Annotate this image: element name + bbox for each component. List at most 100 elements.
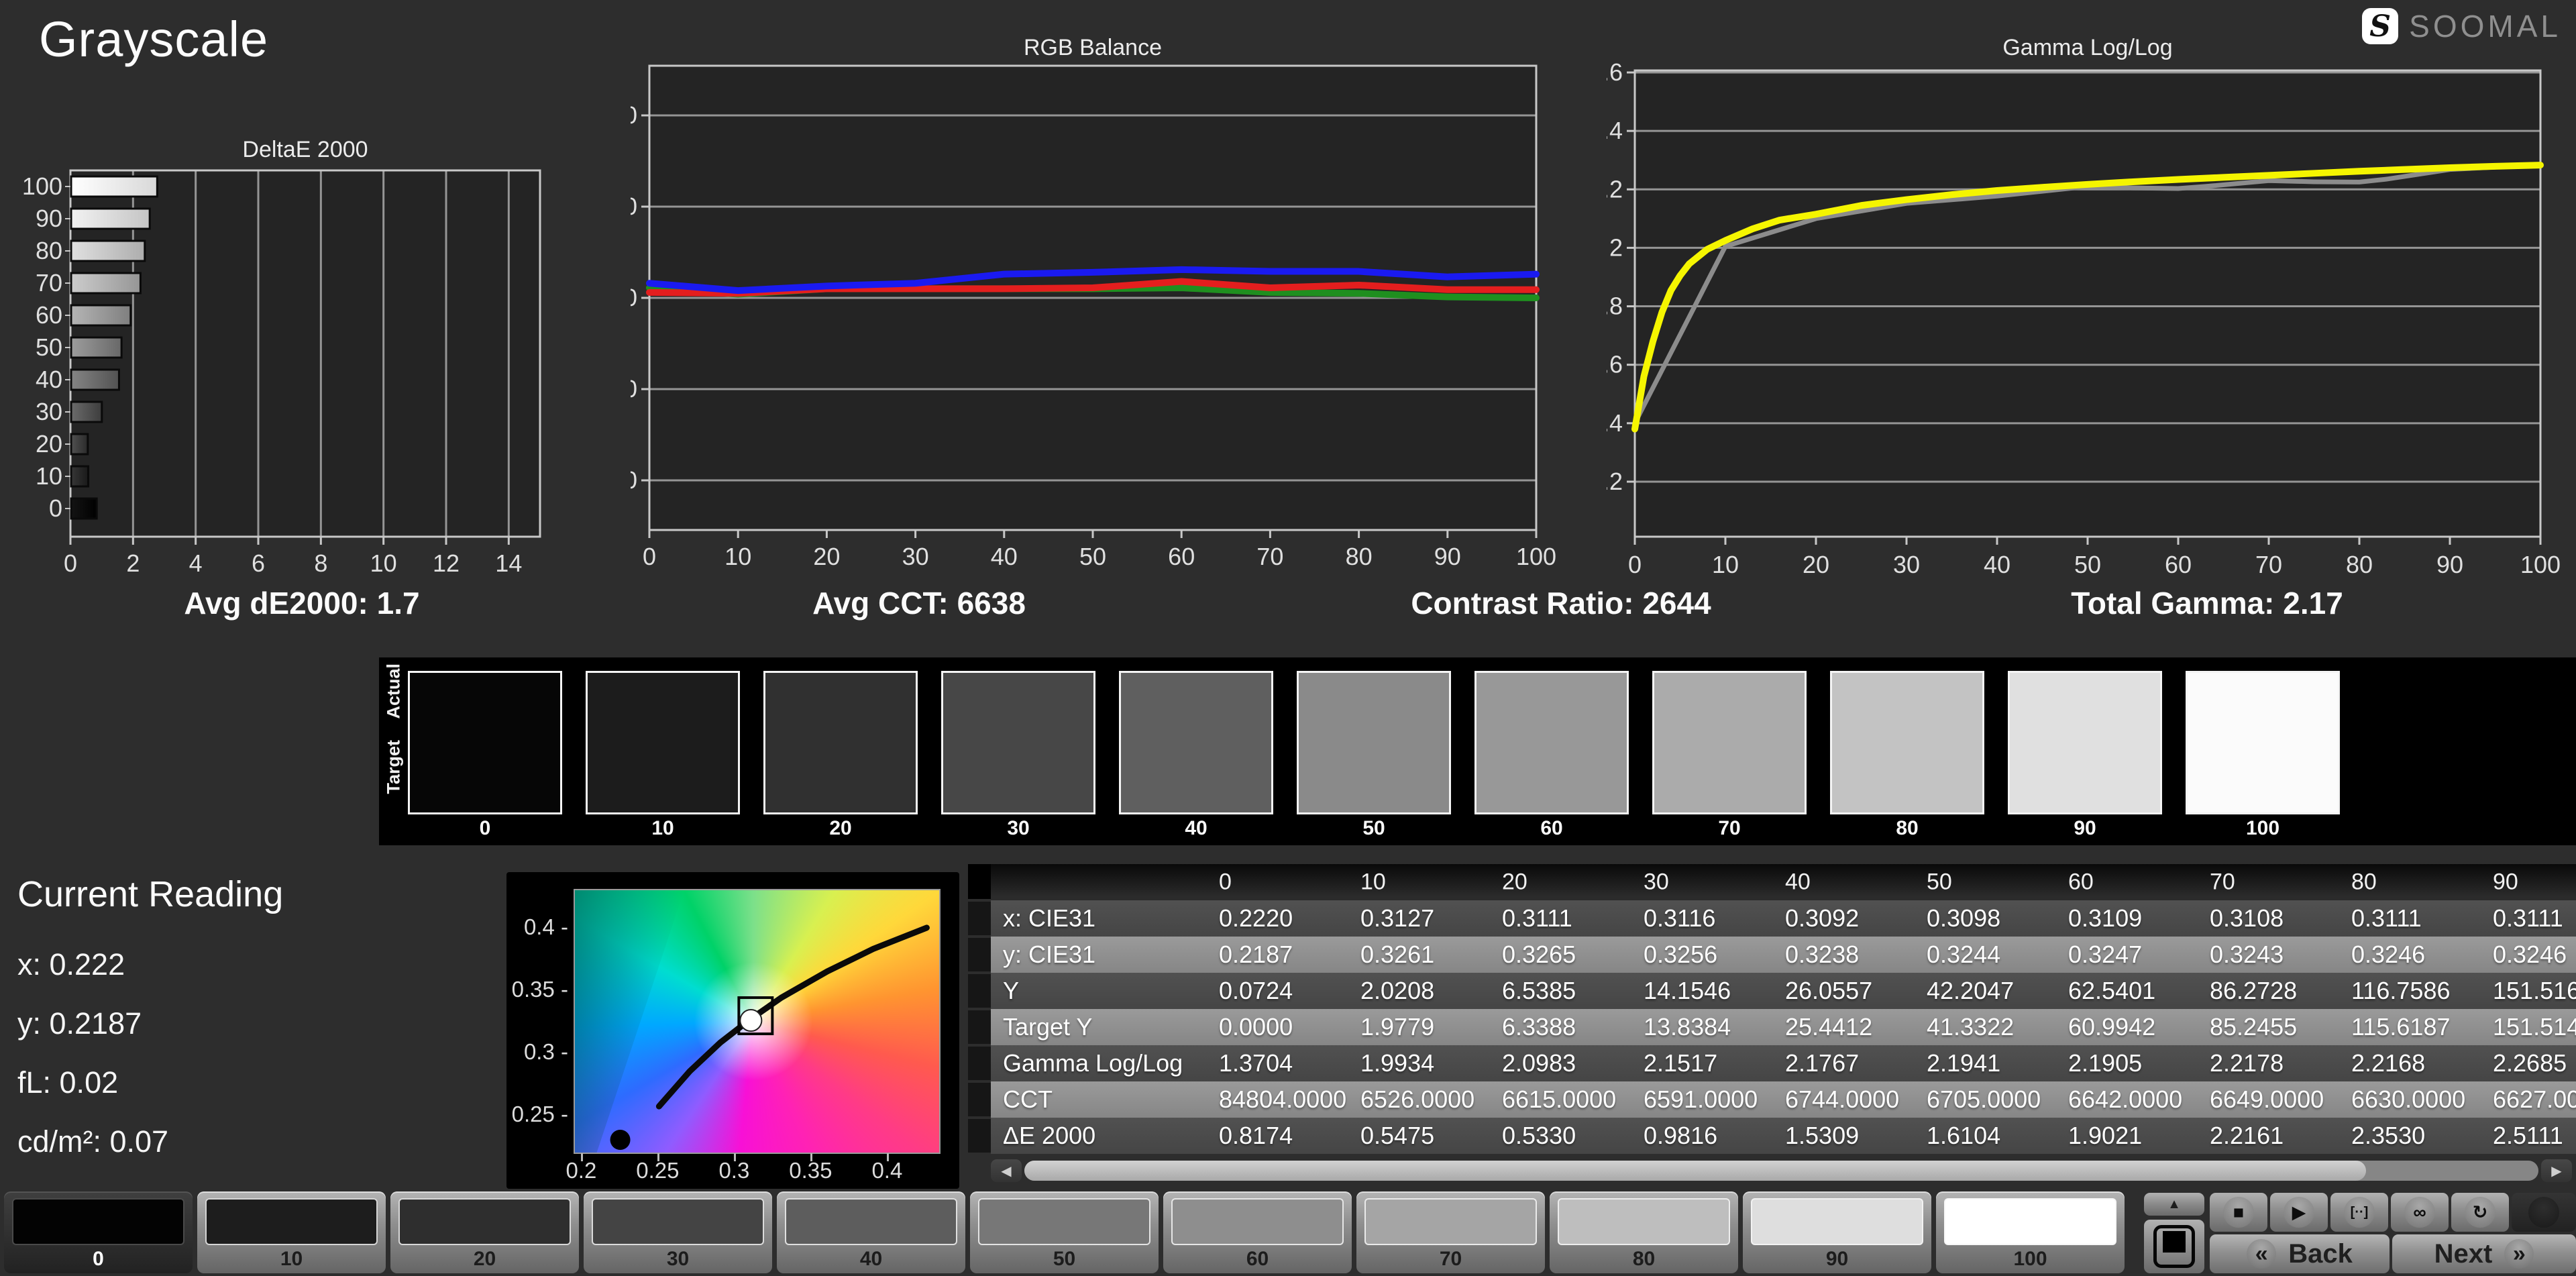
patch-tile-40[interactable]: 40 <box>777 1191 965 1273</box>
next-button[interactable]: Next » <box>2392 1234 2576 1273</box>
table-header-row: 0 10 20 30 40 50 60 70 80 90 <box>991 864 2576 900</box>
patch-tile-swatch <box>398 1198 571 1245</box>
deltae-bar-40 <box>70 368 120 391</box>
svg-text:10: 10 <box>370 549 397 577</box>
refresh-button[interactable]: ↻ <box>2451 1193 2509 1232</box>
patch-up-button[interactable]: ▲ <box>2144 1193 2204 1216</box>
back-button[interactable]: « Back <box>2210 1234 2390 1273</box>
table-scrollbar-thumb[interactable] <box>1024 1161 2366 1181</box>
svg-text:10: 10 <box>1712 551 1739 576</box>
table-row-gamma-log-log[interactable]: Gamma Log/Log 1.3704 1.9934 2.0983 2.1517 2.1… <box>991 1045 2576 1081</box>
patch-tile-0[interactable]: 0 <box>4 1191 193 1273</box>
patch-tile-swatch <box>1171 1198 1344 1245</box>
cie-chromaticity-panel: 0.4 - 0.35 - 0.3 - 0.25 - 0.2 0.25 0.3 0.35 0.4 <box>506 872 959 1189</box>
table-gutter-block <box>968 1119 991 1153</box>
table-cell: 6642.0000 <box>2068 1085 2183 1113</box>
grayscale-patch-label: 30 <box>1007 817 1030 839</box>
svg-text:14: 14 <box>495 549 522 577</box>
patch-tile-30[interactable]: 30 <box>584 1191 772 1273</box>
table-row-target-y[interactable]: Target Y 0.0000 1.9779 6.3388 13.8384 25.4412… <box>991 1009 2576 1045</box>
table-cell: 151.516 <box>2493 977 2576 1004</box>
svg-text:2.6: 2.6 <box>1607 58 1623 86</box>
svg-text:20: 20 <box>36 430 62 458</box>
play-button[interactable]: ▶ <box>2270 1193 2328 1232</box>
next-chevrons-icon: » <box>2504 1239 2534 1269</box>
table-cell: 0.2187 <box>1219 941 1293 968</box>
grayscale-patch-100 <box>2186 671 2340 814</box>
patch-tile-20[interactable]: 20 <box>390 1191 579 1273</box>
range-button[interactable]: [··] <box>2330 1193 2388 1232</box>
table-scroll-right-button[interactable]: ▶ <box>2541 1159 2572 1182</box>
deltae-bar-50 <box>70 336 123 359</box>
loop-button[interactable]: ∞ <box>2391 1193 2449 1232</box>
svg-text:30: 30 <box>902 543 929 570</box>
svg-text:80: 80 <box>2346 551 2373 576</box>
svg-text:0: 0 <box>64 549 77 577</box>
grayscale-patch-90 <box>2008 671 2162 814</box>
table-row-cct[interactable]: CCT 84804.0000 6526.0000 6615.0000 6591.0000… <box>991 1081 2576 1118</box>
table-gutter-block <box>968 1083 991 1116</box>
table-cell: 2.1905 <box>2068 1049 2143 1077</box>
table-row--e-2000[interactable]: ΔE 2000 0.8174 0.5475 0.5330 0.9816 1.5309 1.6… <box>991 1118 2576 1154</box>
deltae-bar-0 <box>70 497 98 520</box>
svg-text:60: 60 <box>36 301 62 329</box>
cie-y-tick: 0.25 - <box>511 1102 568 1127</box>
svg-text:1.6: 1.6 <box>1607 351 1623 378</box>
table-cell: 1.9934 <box>1360 1049 1435 1077</box>
table-cell: 2.2161 <box>2210 1122 2284 1149</box>
table-cell: 0.3092 <box>1785 904 1860 932</box>
patch-tile-swatch <box>1944 1198 2116 1245</box>
patch-tile-80[interactable]: 80 <box>1550 1191 1738 1273</box>
svg-text:20: 20 <box>631 193 637 220</box>
table-row-x-cie31[interactable]: x: CIE31 0.2220 0.3127 0.3111 0.3116 0.3092 0.… <box>991 900 2576 937</box>
refresh-icon: ↻ <box>2465 1197 2496 1228</box>
table-column-header: 20 <box>1502 869 1527 895</box>
table-row-y-cie31[interactable]: y: CIE31 0.2187 0.3261 0.3265 0.3256 0.3238 0.… <box>991 937 2576 973</box>
current-patch-button[interactable] <box>2144 1220 2204 1273</box>
svg-text:-40: -40 <box>631 466 637 494</box>
table-cell: 0.5475 <box>1360 1122 1435 1149</box>
table-cell: 0.5330 <box>1502 1122 1576 1149</box>
table-gutter-block <box>968 1047 991 1080</box>
grayscale-patch-10 <box>586 671 740 814</box>
table-cell: 2.2168 <box>2351 1049 2426 1077</box>
grayscale-patch-60 <box>1474 671 1629 814</box>
svg-text:10: 10 <box>36 462 62 490</box>
patch-tile-90[interactable]: 90 <box>1743 1191 1931 1273</box>
table-cell: 86.2728 <box>2210 977 2298 1004</box>
patch-tile-70[interactable]: 70 <box>1356 1191 1545 1273</box>
table-cell: 0.3244 <box>1927 941 2001 968</box>
table-cell: 1.6104 <box>1927 1122 2001 1149</box>
table-cell: 116.7586 <box>2351 977 2451 1004</box>
deltae-bar-chart: 0 2 4 6 8 10 12 141009080706050403020100 <box>22 169 541 577</box>
patch-tile-10[interactable]: 10 <box>197 1191 386 1273</box>
cie-x-tick: 0.3 <box>718 1158 750 1183</box>
next-button-label: Next <box>2434 1238 2493 1269</box>
table-row-y[interactable]: Y 0.0724 2.0208 6.5385 14.1546 26.0557 42.2047… <box>991 973 2576 1009</box>
table-cell: 25.4412 <box>1785 1013 1873 1041</box>
table-cell: 2.3530 <box>2351 1122 2426 1149</box>
table-cell: 85.2455 <box>2210 1013 2298 1041</box>
table-cell: 6.5385 <box>1502 977 1576 1004</box>
current-reading-title: Current Reading <box>17 874 284 914</box>
table-cell: 0.2220 <box>1219 904 1293 932</box>
table-row-label: x: CIE31 <box>1003 904 1096 932</box>
grayscale-patch-70 <box>1652 671 1807 814</box>
grayscale-patch-label: 60 <box>1540 817 1563 839</box>
svg-text:0: 0 <box>643 543 656 570</box>
patch-tile-50[interactable]: 50 <box>970 1191 1159 1273</box>
table-cell: 0.3111 <box>1502 904 1572 932</box>
patch-tile-swatch <box>1751 1198 1923 1245</box>
table-scroll-left-button[interactable]: ◀ <box>991 1159 1022 1182</box>
stop-button[interactable]: ■ <box>2210 1193 2267 1232</box>
planckian-locus-curve <box>655 924 930 1110</box>
table-cell: 6526.0000 <box>1360 1085 1475 1113</box>
patch-tile-100[interactable]: 100 <box>1936 1191 2125 1273</box>
table-row-label: CCT <box>1003 1085 1053 1113</box>
grayscale-patch-0 <box>408 671 562 814</box>
patch-tile-60[interactable]: 60 <box>1163 1191 1352 1273</box>
table-cell: 0.3111 <box>2493 904 2563 932</box>
grayscale-patch-label: 40 <box>1185 817 1208 839</box>
back-button-label: Back <box>2288 1238 2353 1269</box>
table-cell: 84804.0000 <box>1219 1085 1347 1113</box>
